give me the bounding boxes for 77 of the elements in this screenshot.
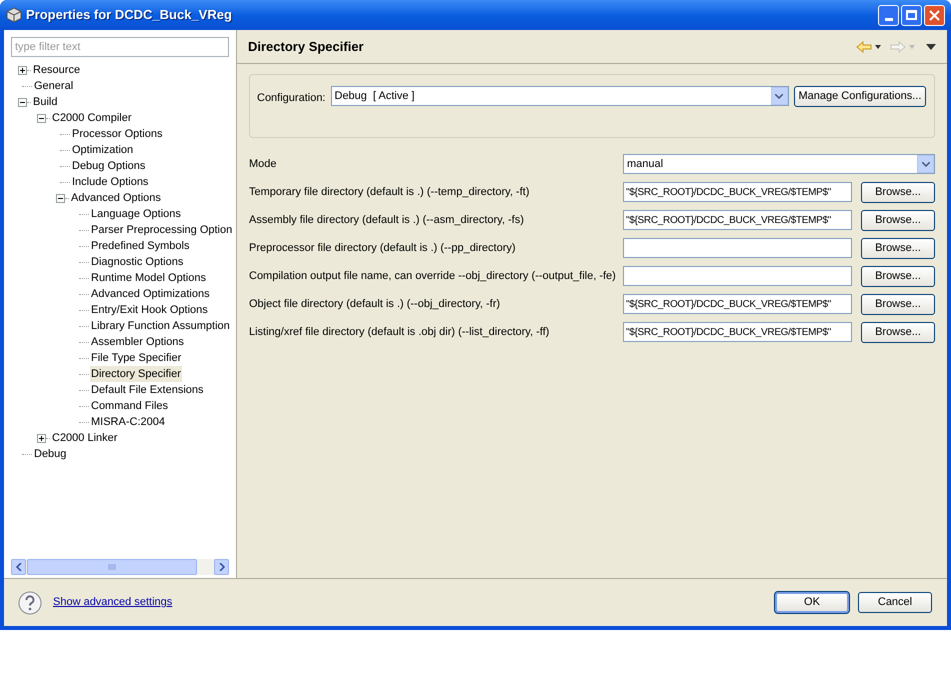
manage-configurations-button[interactable]: Manage Configurations... [794,86,926,107]
tree-item[interactable]: C2000 Compiler [51,110,132,126]
tree-item[interactable]: Directory Specifier [90,366,182,382]
tree-item[interactable]: Diagnostic Options [90,254,184,270]
tree-item[interactable]: Runtime Model Options [90,270,207,286]
tree-item[interactable]: Language Options [90,206,182,222]
configuration-label: Configuration: [257,91,326,106]
tree-item[interactable]: Debug [33,446,68,462]
forward-arrow-icon [890,40,906,52]
tree-item[interactable]: Debug Options [71,158,146,174]
scroll-left-button[interactable] [11,559,26,575]
tree-item[interactable]: Library Function Assumption [90,318,231,334]
tree-item[interactable]: Assembler Options [90,334,185,350]
tree-item[interactable]: MISRA-C:2004 [90,414,166,430]
collapse-icon[interactable] [37,114,46,122]
mode-dropdown[interactable]: manual [623,154,935,174]
field-label: Listing/xref file directory (default is .obj dir) (--list_directory, -ff) [249,324,550,340]
tree-item[interactable]: File Type Specifier [90,350,182,366]
scroll-thumb[interactable] [27,559,197,575]
chevron-down-icon [775,94,783,98]
field-label: Assembly file directory (default is .) (--asm_directory, -fs) [249,212,525,228]
cancel-button[interactable]: Cancel [858,592,932,613]
collapse-icon[interactable] [18,98,27,106]
filter-field[interactable]: type filter text [11,37,229,57]
directory-field[interactable]: "${SRC_ROOT}/DCDC_BUCK_VREG/$TEMP$" [623,322,852,342]
dropdown-icon [909,44,915,48]
tree-item[interactable]: Default File Extensions [90,382,204,398]
help-icon[interactable] [18,590,42,614]
directory-field[interactable]: "${SRC_ROOT}/DCDC_BUCK_VREG/$TEMP$" [623,182,852,202]
horizontal-scrollbar[interactable] [11,559,229,575]
show-advanced-settings-link[interactable]: Show advanced settings [53,594,172,611]
close-button[interactable] [924,4,945,26]
tree-item[interactable]: Build [32,94,58,110]
browse-button[interactable]: Browse... [861,266,935,286]
expand-icon[interactable] [18,66,27,74]
browse-button[interactable]: Browse... [861,182,935,202]
browse-button[interactable]: Browse... [861,238,935,258]
tree-item[interactable]: Processor Options [71,126,164,142]
window-title: Properties for DCDC_Buck_VReg [26,6,232,24]
chevron-down-icon [922,162,930,166]
close-icon [929,10,940,20]
cube-icon [6,7,22,23]
tree-item[interactable]: Parser Preprocessing Option [90,222,234,238]
tree-item[interactable]: Optimization [71,142,134,158]
dropdown-icon[interactable] [875,44,881,48]
tree-item[interactable]: Advanced Optimizations [90,286,211,302]
expand-icon[interactable] [37,434,46,442]
minimize-button[interactable] [878,4,899,26]
field-label: Temporary file directory (default is .) (--temp_directory, -ft) [249,184,530,200]
maximize-button[interactable] [901,4,922,26]
tree-item[interactable]: C2000 Linker [51,430,118,446]
tree-item[interactable]: Command Files [90,398,170,414]
tree-item[interactable]: General [33,78,74,94]
tree-item[interactable]: Advanced Options [70,190,162,206]
directory-field[interactable]: "${SRC_ROOT}/DCDC_BUCK_VREG/$TEMP$" [623,294,852,314]
chevron-left-icon [16,563,22,571]
ok-button[interactable]: OK [775,592,849,613]
field-label: Preprocessor file directory (default is .) (--pp_directory) [249,240,517,256]
page-title: Directory Specifier [248,38,364,56]
directory-field[interactable] [623,238,852,258]
scroll-right-button[interactable] [214,559,229,575]
browse-button[interactable]: Browse... [861,210,935,230]
mode-label: Mode [249,156,278,172]
directory-field[interactable] [623,266,852,286]
tree-item[interactable]: Entry/Exit Hook Options [90,302,209,318]
field-label: Compilation output file name, can override --obj_directory (--output_file, -fe) [249,268,617,284]
chevron-right-icon [218,563,224,571]
collapse-icon[interactable] [56,194,65,202]
tree-item[interactable]: Resource [32,62,82,78]
browse-button[interactable]: Browse... [861,294,935,314]
tree-item[interactable]: Predefined Symbols [90,238,190,254]
directory-field[interactable]: "${SRC_ROOT}/DCDC_BUCK_VREG/$TEMP$" [623,210,852,230]
tree-item[interactable]: Include Options [71,174,150,190]
configuration-dropdown[interactable]: Debug [ Active ] [330,86,788,106]
field-label: Object file directory (default is .) (--obj_directory, -fr) [249,296,502,312]
browse-button[interactable]: Browse... [861,322,935,342]
view-menu-icon[interactable] [926,44,936,50]
